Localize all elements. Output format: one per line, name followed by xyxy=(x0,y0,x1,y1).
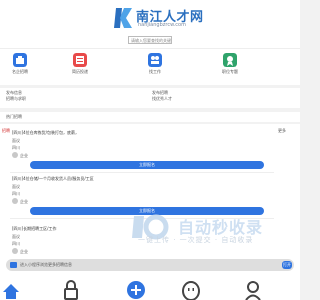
notice-text: 进入小程序浏览更多招聘信息 xyxy=(20,262,72,267)
document-icon xyxy=(73,53,87,67)
mini-program-icon xyxy=(10,262,17,268)
site-logo[interactable]: 南江人才网 nanjiangbzrcw.com xyxy=(112,6,203,32)
list-side-label: 招聘 xyxy=(2,128,10,133)
apply-button[interactable]: 立即报名 xyxy=(30,161,264,169)
post-info-link[interactable]: 发布信息 招聘与求职 xyxy=(6,90,26,102)
quick-link-2[interactable]: 找工作 xyxy=(135,53,175,83)
quick-links-panel: 名企招聘 简历投递 找工作 职位专题 xyxy=(0,48,300,85)
section-title: 热门招聘 xyxy=(0,112,300,122)
quick-link-label: 名企招聘 xyxy=(12,69,28,74)
job-location: 四川 xyxy=(12,145,20,150)
job-title: [四川]4位仓库拣货/包装打包，底薪， xyxy=(12,130,80,135)
job-title: [四川]4位仓储/一个月收发货人员/服务员/工区 xyxy=(12,176,94,181)
company-avatar xyxy=(12,152,18,158)
search-input[interactable]: 请输入您要查找的关键字 xyxy=(128,36,172,44)
more-link[interactable]: 更多 xyxy=(278,128,286,134)
header: 南江人才网 nanjiangbzrcw.com 请输入您要查找的关键字 xyxy=(0,0,300,48)
company-name: 企业 xyxy=(20,249,28,254)
open-button[interactable]: 打开 xyxy=(282,261,292,269)
smile-icon[interactable] xyxy=(182,280,200,300)
people-icon xyxy=(148,53,162,67)
mini-program-notice[interactable]: 进入小程序浏览更多招聘信息 打开 xyxy=(6,259,294,271)
bottom-nav xyxy=(0,276,300,300)
job-card[interactable]: [四川]4位仓库拣货/包装打包，底薪， 面议 四川 企业 立即报名 xyxy=(10,128,274,173)
company-avatar xyxy=(12,248,18,254)
quick-link-label: 简历投递 xyxy=(72,69,88,74)
job-location: 四川 xyxy=(12,191,20,196)
home-icon[interactable] xyxy=(2,282,20,300)
quick-link-label: 职位专题 xyxy=(222,69,238,74)
post-job-link[interactable]: 发布招聘 找优秀人才 xyxy=(152,90,172,102)
award-icon xyxy=(223,53,237,67)
job-salary: 面议 xyxy=(12,184,20,189)
promo-watermark: 自动秒收录 一键上传 · 一次提交 · 自动收录 xyxy=(0,212,300,248)
site-subtitle: nanjiangbzrcw.com xyxy=(138,22,186,28)
info-panel: 发布信息 招聘与求职 发布招聘 找优秀人才 xyxy=(0,88,300,108)
company-name: 企业 xyxy=(20,153,28,158)
info-left-subtitle: 招聘与求职 xyxy=(6,96,26,101)
lock-icon[interactable] xyxy=(62,280,80,300)
company-name: 企业 xyxy=(20,199,28,204)
briefcase-icon xyxy=(13,53,27,67)
info-right-subtitle: 找优秀人才 xyxy=(152,96,172,101)
quick-link-3[interactable]: 职位专题 xyxy=(210,53,250,83)
plus-icon[interactable] xyxy=(126,280,146,300)
watermark-subtitle: 一键上传 · 一次提交 · 自动收录 xyxy=(138,236,254,244)
quick-link-1[interactable]: 简历投递 xyxy=(60,53,100,83)
company-avatar xyxy=(12,198,18,204)
user-icon[interactable] xyxy=(244,280,262,300)
quick-link-0[interactable]: 名企招聘 xyxy=(0,53,40,83)
logo-mark-icon xyxy=(114,8,132,28)
job-salary: 面议 xyxy=(12,138,20,143)
quick-link-label: 找工作 xyxy=(149,69,161,74)
